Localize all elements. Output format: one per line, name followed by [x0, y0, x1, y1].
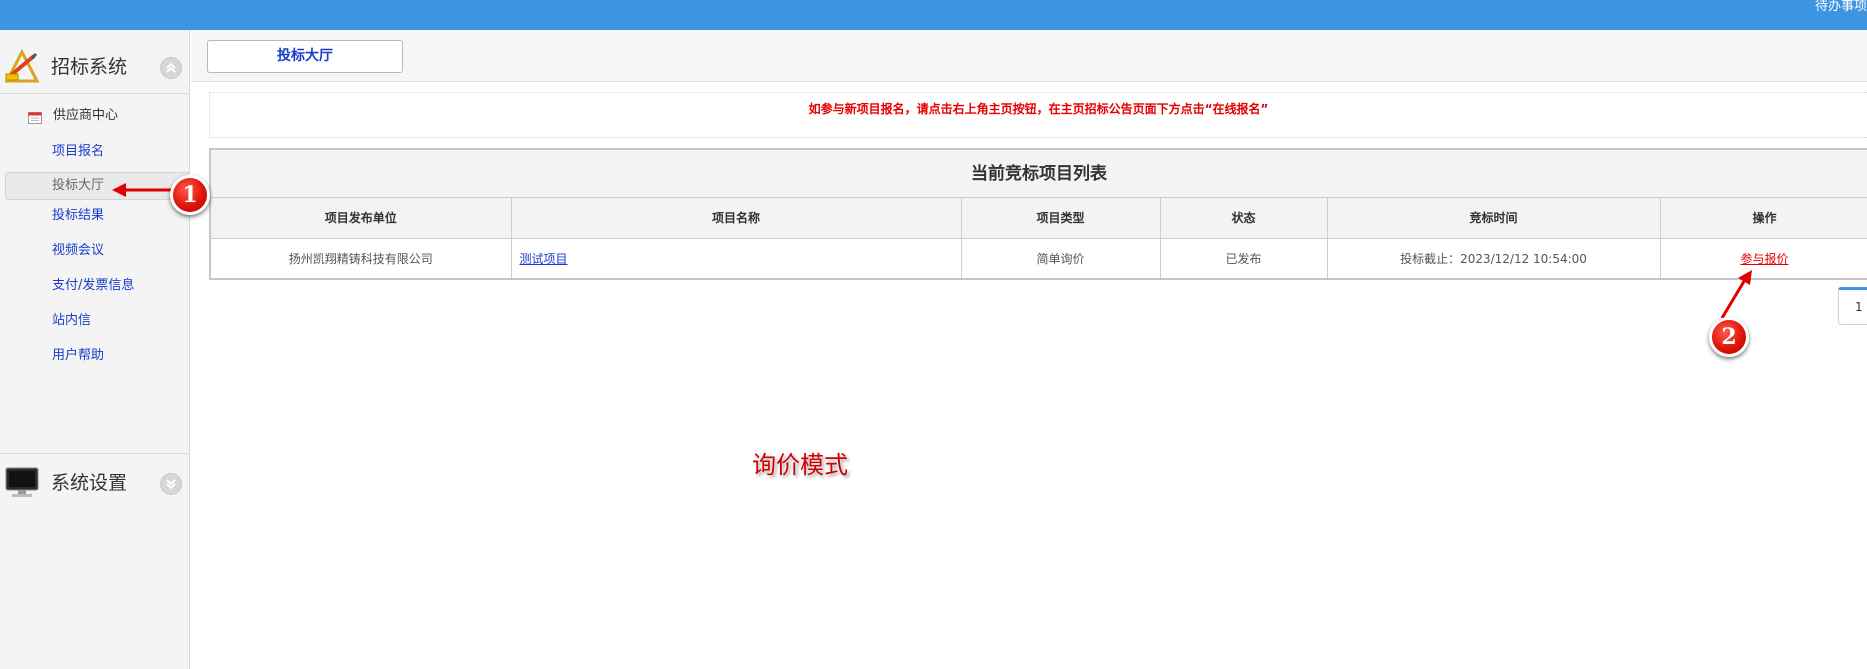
annotation-badge-1: 1: [170, 175, 210, 215]
table-row: 扬州凯翔精铸科技有限公司 测试项目 简单询价 已发布 投标截止：2023/12/…: [211, 238, 1867, 278]
sidebar-item-project-signup[interactable]: 项目报名: [52, 142, 104, 162]
sidebar-item-video-meeting[interactable]: 视频会议: [52, 241, 104, 261]
cell-bid-time: 投标截止：2023/12/12 10:54:00: [1327, 238, 1661, 278]
pencil-ruler-icon: [4, 48, 40, 84]
annotation-badge-2: 2: [1709, 317, 1749, 357]
sidebar-item-bid-results[interactable]: 投标结果: [52, 206, 104, 226]
tab-bar: 投标大厅: [191, 30, 1867, 82]
sidebar-group-label: 供应商中心: [53, 108, 119, 123]
mode-annotation-label: 询价模式: [752, 451, 848, 479]
sidebar-section-bidding[interactable]: 招标系统: [0, 38, 190, 94]
sidebar-item-label: 投标大厅: [52, 178, 105, 193]
sidebar-item-user-help[interactable]: 用户帮助: [52, 346, 104, 366]
column-header: 状态: [1160, 198, 1328, 239]
column-header: 项目名称: [511, 198, 962, 239]
todo-link[interactable]: 待办事项: [1815, 0, 1867, 14]
expand-down-icon[interactable]: [160, 473, 182, 495]
cell-project-type: 简单询价: [961, 238, 1161, 278]
sidebar: 招标系统 供应商中心 项目报名 投标大厅 投标结果 视频会议 支付/发票信息 站…: [0, 30, 190, 669]
cell-action: 参与报价: [1660, 238, 1867, 278]
annotation-arrow-2: [1720, 270, 1752, 319]
sidebar-section-title: 招标系统: [51, 56, 128, 78]
tab-bidding-hall[interactable]: 投标大厅: [207, 40, 403, 73]
cell-status: 已发布: [1160, 238, 1328, 278]
monitor-icon: [4, 464, 40, 500]
sidebar-item-messages[interactable]: 站内信: [52, 311, 91, 331]
column-header: 竞标时间: [1327, 198, 1661, 239]
column-header: 项目发布单位: [211, 198, 512, 239]
project-name-link[interactable]: 测试项目: [520, 252, 568, 266]
table-header-row: 项目发布单位 项目名称 项目类型 状态 竞标时间 操作: [211, 198, 1867, 239]
notice-banner: 如参与新项目报名，请点击右上角主页按钮，在主页招标公告页面下方点击“在线报名”: [209, 92, 1867, 138]
calendar-icon: [28, 109, 42, 124]
collapse-up-icon[interactable]: [160, 57, 182, 79]
cell-project-name: 测试项目: [511, 238, 962, 278]
sidebar-section-title: 系统设置: [51, 472, 128, 494]
bidding-projects-grid: 当前竞标项目列表 项目发布单位 项目名称 项目类型 状态 竞标时间 操作 扬州凯…: [209, 148, 1867, 280]
projects-table: 项目发布单位 项目名称 项目类型 状态 竞标时间 操作 扬州凯翔精铸科技有限公司…: [211, 198, 1867, 278]
grid-title: 当前竞标项目列表: [211, 150, 1867, 198]
cell-publisher: 扬州凯翔精铸科技有限公司: [211, 238, 512, 278]
page-number-button[interactable]: 1: [1838, 287, 1867, 325]
column-header: 操作: [1660, 198, 1867, 239]
join-quote-link[interactable]: 参与报价: [1740, 252, 1788, 266]
top-bar: 待办事项: [0, 0, 1867, 30]
sidebar-item-payment-invoice[interactable]: 支付/发票信息: [52, 276, 134, 296]
column-header: 项目类型: [961, 198, 1161, 239]
sidebar-section-settings[interactable]: 系统设置: [0, 453, 190, 509]
